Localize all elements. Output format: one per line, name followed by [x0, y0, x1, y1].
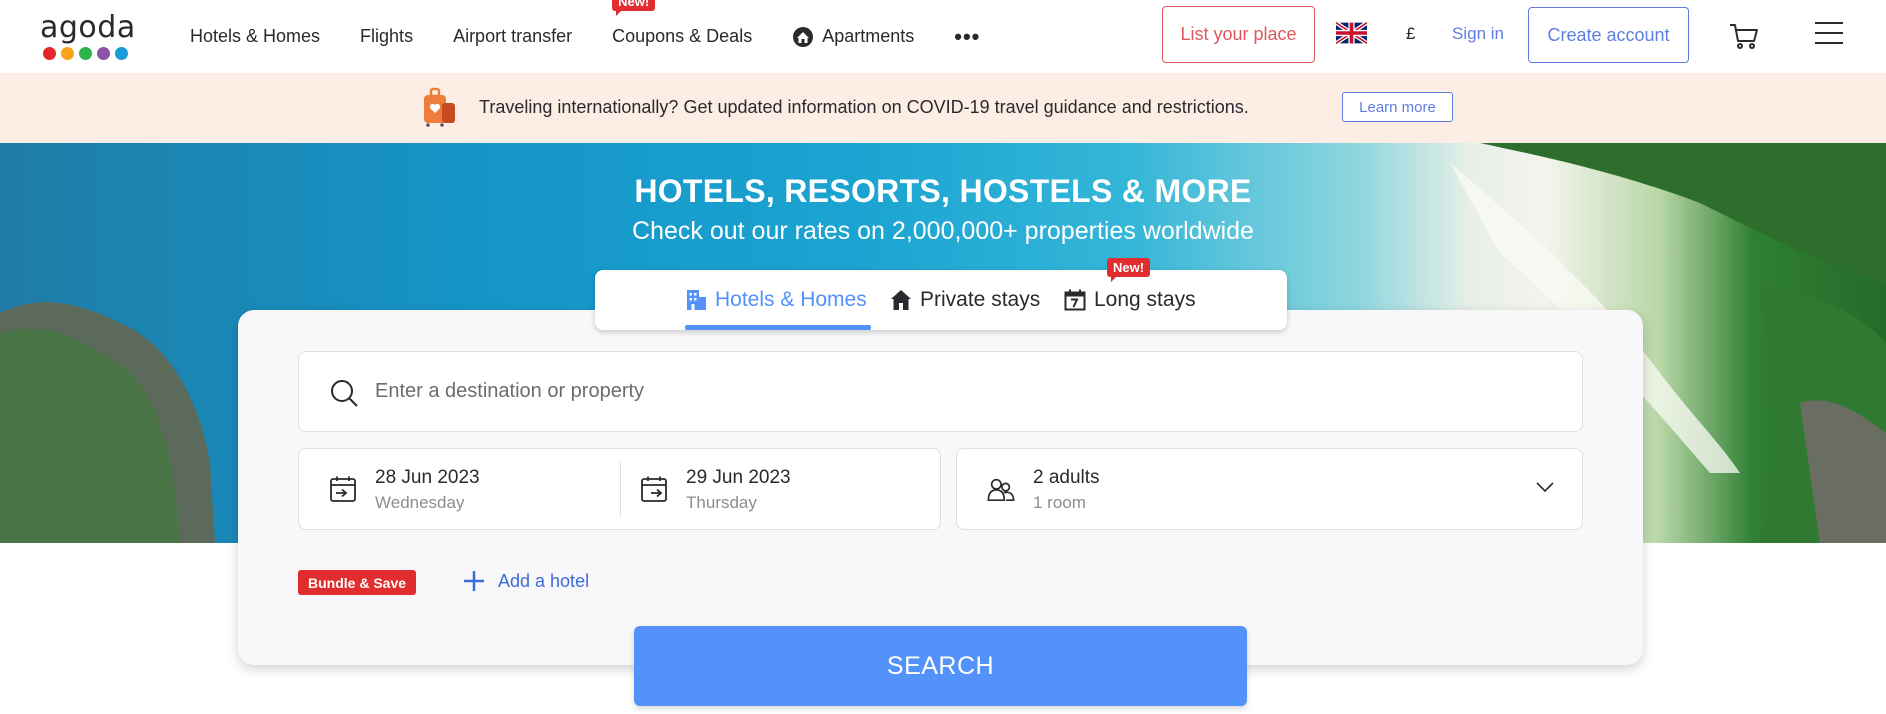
- nav-hotels-homes[interactable]: Hotels & Homes: [190, 26, 320, 47]
- check-out-date[interactable]: 29 Jun 2023 Thursday: [610, 449, 931, 529]
- add-hotel-label: Add a hotel: [498, 570, 590, 591]
- logo-dot-purple: [97, 47, 110, 60]
- search-type-tabs: Hotels & Homes Private stays Long stays …: [595, 258, 1287, 330]
- tab-hotels-homes[interactable]: Hotels & Homes: [685, 270, 867, 330]
- currency-selector[interactable]: £: [1406, 24, 1415, 44]
- nav-coupons-deals[interactable]: New! Coupons & Deals: [612, 0, 753, 47]
- tab-label: Hotels & Homes: [715, 288, 867, 311]
- luggage-icon: [424, 87, 455, 127]
- covid-banner: Traveling internationally? Get updated i…: [0, 73, 1886, 143]
- uk-flag-icon[interactable]: [1336, 22, 1367, 44]
- tab-long-stays[interactable]: Long stays: [1064, 270, 1196, 330]
- hero-subtitle: Check out our rates on 2,000,000+ proper…: [632, 217, 1254, 245]
- more-menu-icon[interactable]: •••: [954, 24, 980, 50]
- logo-dot-yellow: [61, 47, 74, 60]
- logo-dot-green: [79, 47, 92, 60]
- banner-message: Traveling internationally? Get updated i…: [479, 97, 1249, 117]
- guests-icon: [987, 478, 1015, 502]
- list-your-place-button[interactable]: List your place: [1162, 6, 1315, 63]
- apartment-icon: [793, 26, 814, 47]
- calendar-seven-icon: [1064, 289, 1086, 311]
- main-nav: Hotels & Homes Flights Airport transfer …: [190, 0, 1020, 73]
- cart-icon[interactable]: [1728, 22, 1760, 50]
- house-icon: [891, 290, 911, 310]
- destination-field[interactable]: [298, 351, 1583, 432]
- logo-dots: [43, 47, 128, 60]
- new-badge: New!: [612, 0, 656, 16]
- tab-label: Private stays: [920, 288, 1041, 311]
- destination-input[interactable]: [375, 352, 1555, 431]
- hero-title: HOTELS, RESORTS, HOSTELS & MORE: [634, 173, 1252, 209]
- check-in-day: Wednesday: [375, 493, 465, 512]
- check-out-date-value: 29 Jun 2023: [686, 467, 791, 488]
- search-button[interactable]: SEARCH: [634, 626, 1247, 706]
- check-in-date-value: 28 Jun 2023: [375, 467, 480, 488]
- create-account-button[interactable]: Create account: [1528, 7, 1689, 63]
- nav-airport-transfer[interactable]: Airport transfer: [453, 26, 572, 47]
- check-in-date[interactable]: 28 Jun 2023 Wednesday: [299, 449, 620, 529]
- agoda-logo[interactable]: agoda: [40, 10, 140, 62]
- new-badge: New!: [1107, 258, 1151, 282]
- check-out-day: Thursday: [686, 493, 757, 512]
- nav-label: Airport transfer: [453, 26, 573, 46]
- hamburger-menu-icon[interactable]: [1815, 20, 1843, 46]
- tab-private-stays[interactable]: Private stays: [890, 270, 1040, 330]
- learn-more-button[interactable]: Learn more: [1342, 92, 1453, 122]
- search-icon: [331, 380, 358, 407]
- nav-label: Coupons & Deals: [612, 26, 753, 46]
- date-range-picker: 28 Jun 2023 Wednesday 29 Jun 2023 Thursd…: [298, 448, 941, 530]
- nav-label: Hotels & Homes: [190, 26, 321, 46]
- plus-icon: [464, 571, 484, 591]
- rooms-count: 1 room: [1033, 493, 1086, 512]
- adults-count: 2 adults: [1033, 467, 1100, 488]
- nav-label: Apartments: [822, 26, 915, 46]
- sign-in-link[interactable]: Sign in: [1452, 24, 1504, 44]
- nav-apartments[interactable]: Apartments: [792, 26, 914, 48]
- logo-dot-red: [43, 47, 56, 60]
- calendar-check-out-icon: [641, 476, 667, 502]
- active-tab-indicator: [685, 325, 871, 330]
- logo-dot-blue: [115, 47, 128, 60]
- guests-selector[interactable]: 2 adults 1 room: [956, 448, 1583, 530]
- top-header: agoda Hotels & Homes Flights Airport tra…: [0, 0, 1886, 73]
- bundle-save-badge: Bundle & Save: [298, 570, 417, 595]
- tab-label: Long stays: [1094, 288, 1196, 311]
- logo-text: agoda: [40, 10, 136, 45]
- hotel-building-icon: [687, 290, 706, 310]
- chevron-down-icon: [1536, 482, 1554, 493]
- add-hotel-button[interactable]: Add a hotel: [462, 569, 589, 593]
- nav-flights[interactable]: Flights: [360, 26, 413, 47]
- nav-label: Flights: [360, 26, 414, 46]
- calendar-check-in-icon: [330, 476, 356, 502]
